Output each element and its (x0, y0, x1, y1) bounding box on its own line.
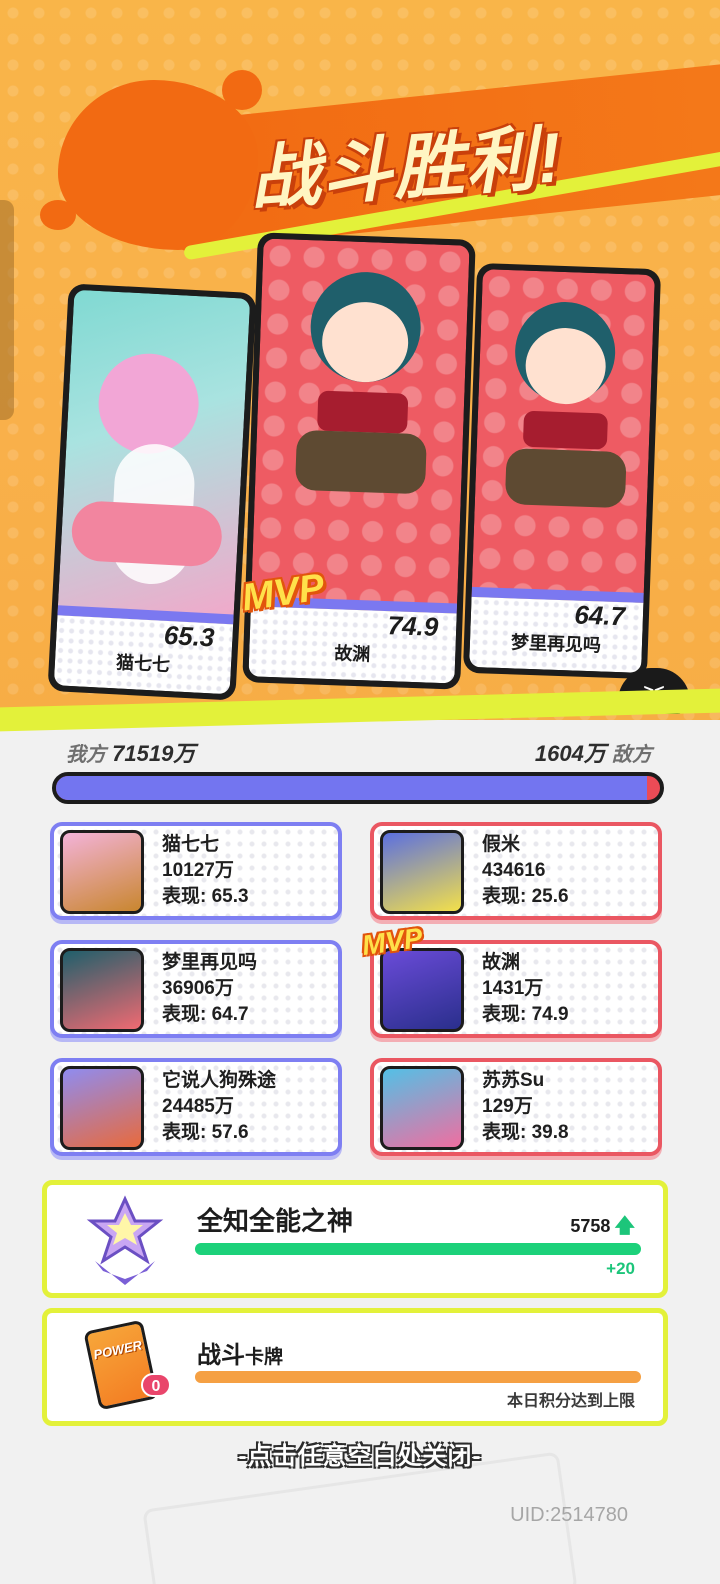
power-card-icon: POWER (83, 1319, 159, 1411)
ally-row-1[interactable]: 猫七七 10127万 表现: 65.3 (50, 822, 342, 920)
player-performance: 表现: 39.8 (482, 1122, 569, 1143)
player-performance: 表现: 64.7 (162, 1004, 249, 1025)
battle-card-title-suffix: 卡牌 (245, 1347, 284, 1368)
paint-drop (40, 200, 76, 230)
rank-gain: +20 (606, 1259, 635, 1278)
rank-title: 全知全能之神 (197, 1206, 354, 1236)
avatar (60, 830, 144, 914)
character-art (471, 269, 655, 603)
player-name: 故渊 (482, 952, 521, 973)
player-card-3[interactable]: 64.7 梦里再见吗 (462, 262, 662, 680)
player-damage: 24485万 (162, 1096, 234, 1117)
enemy-value: 1604万 (534, 741, 606, 766)
enemy-label: 敌方 (612, 744, 652, 766)
avatar (380, 830, 464, 914)
damage-comparison-bar (52, 772, 664, 804)
rank-points-value: 5758 (570, 1216, 611, 1236)
card-score: 64.7 (573, 599, 626, 632)
battle-card-title: 战斗卡牌 (197, 1335, 283, 1370)
player-damage: 10127万 (162, 860, 234, 881)
player-damage: 434616 (482, 860, 546, 881)
battle-card-panel: POWER 0 战斗卡牌 本日积分达到上限 (42, 1308, 668, 1426)
rank-progress-bar (195, 1243, 641, 1255)
ally-label: 我方 (66, 744, 106, 766)
ally-row-2[interactable]: 梦里再见吗 36906万 表现: 64.7 (50, 940, 342, 1038)
rank-progress-fill (195, 1243, 641, 1255)
player-name: 它说人狗殊途 (162, 1070, 277, 1091)
battle-card-title-main: 战斗 (197, 1342, 245, 1369)
ally-damage-fill (56, 776, 647, 800)
player-name: 梦里再见吗 (162, 952, 258, 973)
card-score: 65.3 (163, 619, 216, 653)
side-tab[interactable] (0, 200, 14, 420)
victory-header: 战斗胜利! 65.3 猫七七 74.9 故渊 64.7 梦里再见吗 MVP (0, 0, 720, 720)
ally-row-3[interactable]: 它说人狗殊途 24485万 表现: 57.6 (50, 1058, 342, 1156)
player-name: 猫七七 (162, 834, 220, 855)
up-arrow-icon: 🡅 (614, 1215, 635, 1237)
player-damage: 36906万 (162, 978, 234, 999)
enemy-row-1[interactable]: 假米 434616 表现: 25.6 (370, 822, 662, 920)
paint-drop (222, 70, 262, 110)
ally-total: 我方 71519万 (66, 736, 195, 768)
uid-label: UID:2514780 (510, 1504, 628, 1526)
character-art (250, 238, 470, 614)
player-performance: 表现: 65.3 (162, 886, 249, 907)
avatar (60, 948, 144, 1032)
battle-card-progress-fill (195, 1371, 641, 1383)
close-hint[interactable]: -点击任意空白处关闭- (0, 1436, 720, 1471)
player-name: 假米 (482, 834, 521, 855)
player-performance: 表现: 57.6 (162, 1122, 249, 1143)
avatar (380, 948, 464, 1032)
player-performance: 表现: 25.6 (482, 886, 569, 907)
character-art (57, 289, 251, 625)
battle-card-progress-bar (195, 1371, 641, 1383)
enemy-row-3[interactable]: 苏苏Su 129万 表现: 39.8 (370, 1058, 662, 1156)
ally-value: 71519万 (112, 741, 196, 766)
player-card-2[interactable]: 74.9 故渊 (242, 232, 476, 690)
player-damage: 1431万 (482, 978, 544, 999)
player-card-1[interactable]: 65.3 猫七七 (47, 283, 257, 701)
avatar (60, 1066, 144, 1150)
enemy-total: 1604万 敌方 (535, 736, 652, 768)
player-performance: 表现: 74.9 (482, 1004, 569, 1025)
player-damage: 129万 (482, 1096, 533, 1117)
card-score: 74.9 (387, 610, 439, 642)
avatar (380, 1066, 464, 1150)
rank-panel: 全知全能之神 5758 🡅 +20 (42, 1180, 668, 1298)
player-name: 苏苏Su (482, 1070, 545, 1091)
rank-trophy-icon (86, 1195, 164, 1285)
rank-points: 5758 🡅 (570, 1211, 635, 1245)
daily-limit-note: 本日积分达到上限 (506, 1393, 635, 1410)
power-card-count: 0 (141, 1373, 171, 1397)
